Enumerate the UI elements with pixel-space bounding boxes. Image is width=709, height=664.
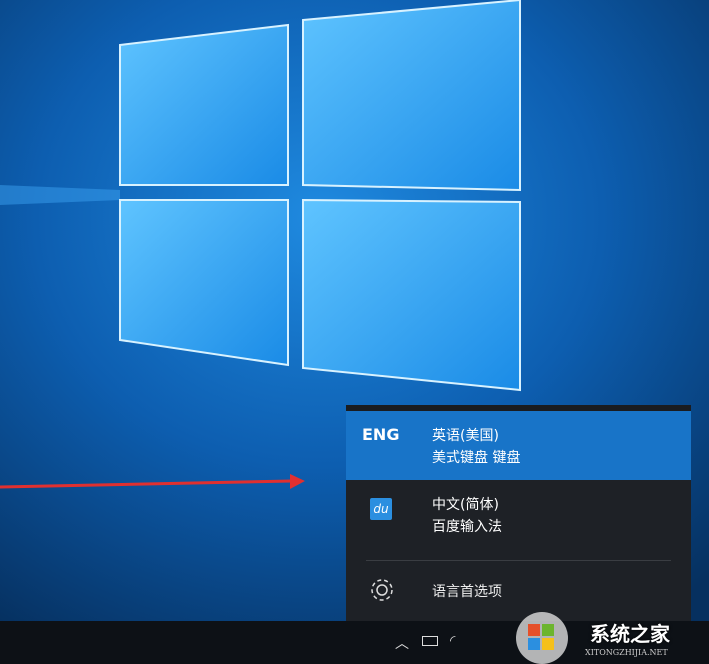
chevron-up-icon[interactable]: ︿ — [395, 633, 409, 653]
language-menu: ENG 英语(美国) 美式键盘 键盘 du 中文(简体) 百度输入法 语言首选项 — [346, 405, 691, 621]
divider — [366, 560, 671, 561]
keyboard-name: 美式键盘 键盘 — [432, 450, 521, 466]
watermark-subtitle: XITONGZHIJIA.NET — [585, 648, 668, 657]
language-name: 英语(美国) — [432, 428, 499, 444]
keyboard-name: 百度输入法 — [432, 519, 502, 535]
language-item-english[interactable]: ENG 英语(美国) 美式键盘 键盘 — [346, 411, 691, 480]
baidu-ime-icon: du — [370, 498, 392, 520]
language-item-chinese[interactable]: du 中文(简体) 百度输入法 — [346, 480, 691, 549]
language-name: 中文(简体) — [432, 497, 499, 513]
wifi-icon[interactable]: ◜ — [450, 633, 455, 649]
battery-icon[interactable] — [422, 636, 438, 646]
eng-badge: ENG — [362, 425, 400, 444]
gear-icon — [371, 579, 393, 601]
watermark-title: 系统之家 — [590, 622, 670, 646]
language-preferences-link[interactable]: 语言首选项 — [432, 581, 502, 601]
